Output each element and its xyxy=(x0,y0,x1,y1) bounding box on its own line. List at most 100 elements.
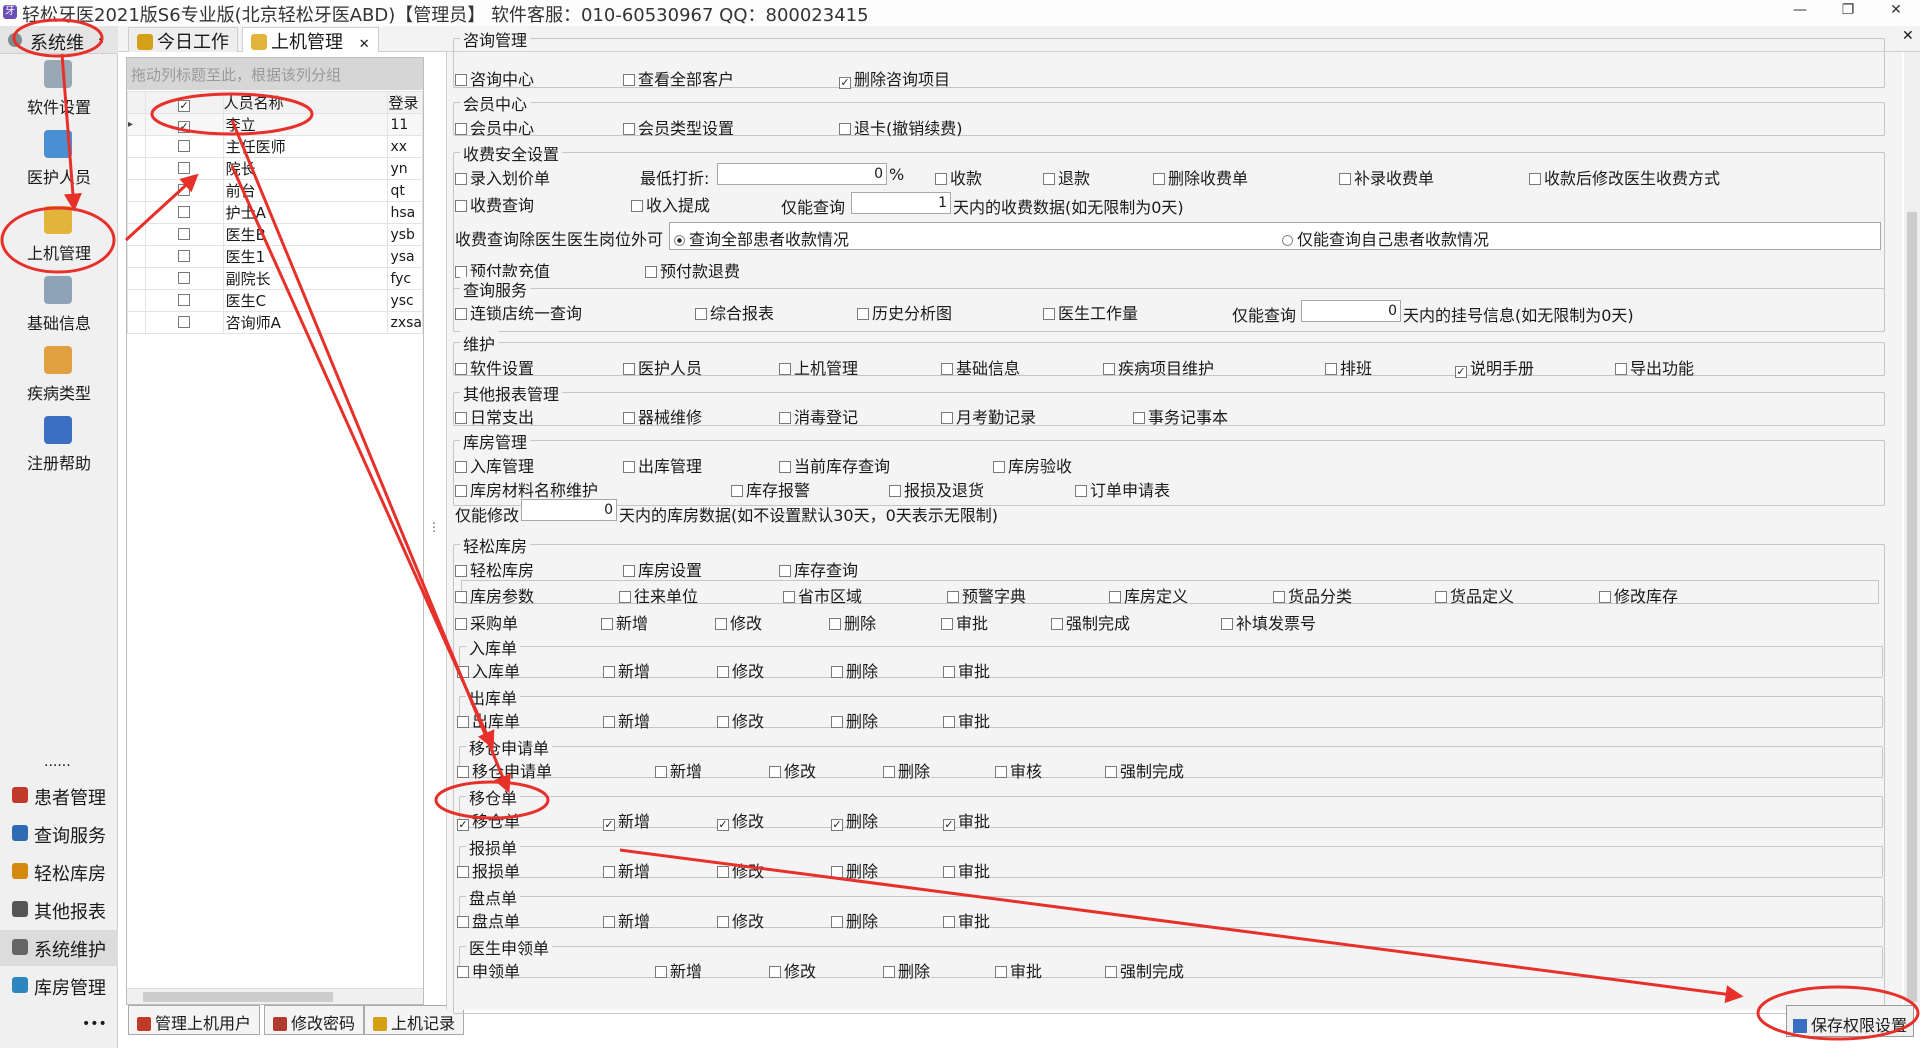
row-select-cell[interactable] xyxy=(144,267,224,290)
row-select-cell[interactable] xyxy=(144,157,224,180)
checkbox-box[interactable] xyxy=(655,766,667,778)
module-query[interactable]: 查询服务 xyxy=(0,816,118,852)
checkbox-box[interactable] xyxy=(883,766,895,778)
row-checkbox[interactable] xyxy=(178,249,191,262)
checkbox-box[interactable] xyxy=(717,666,729,678)
nav-item-register-help[interactable]: 注册帮助 xyxy=(0,416,118,476)
permission-checkbox[interactable]: 日常支出 xyxy=(455,404,534,428)
query-days-input[interactable]: 0 xyxy=(1301,300,1401,322)
row-checkbox[interactable] xyxy=(178,120,191,133)
fee-query-days-input[interactable]: 1 xyxy=(851,192,951,214)
checkbox-box[interactable] xyxy=(457,666,469,678)
manage-users-button[interactable]: 管理上机用户 xyxy=(128,1005,261,1035)
permission-checkbox[interactable]: 新增 xyxy=(655,758,702,782)
user-name-cell[interactable]: 副院长 xyxy=(222,267,389,290)
permission-checkbox[interactable]: 新增 xyxy=(601,610,648,634)
checkbox-box[interactable] xyxy=(455,565,467,577)
permission-checkbox[interactable]: 上机管理 xyxy=(779,355,858,379)
table-row[interactable]: 副院长 fyc xyxy=(127,267,423,290)
row-select-cell[interactable] xyxy=(144,245,224,268)
checkbox-box[interactable] xyxy=(947,591,959,603)
select-all-checkbox[interactable] xyxy=(178,99,191,112)
checkbox-box[interactable] xyxy=(831,666,843,678)
module-easy-store[interactable]: 轻松库房 xyxy=(0,854,118,890)
checkbox-box[interactable] xyxy=(455,412,467,424)
table-row[interactable]: 主任医师 xx xyxy=(127,135,423,158)
checkbox-box[interactable] xyxy=(1615,363,1627,375)
checkbox-box[interactable] xyxy=(455,461,467,473)
permission-checkbox[interactable]: 修改 xyxy=(717,858,764,882)
permission-checkbox[interactable]: 删除 xyxy=(831,658,878,682)
row-select-cell[interactable] xyxy=(144,135,224,158)
minimize-button[interactable]: — xyxy=(1782,2,1818,22)
permission-checkbox[interactable]: 删除收费单 xyxy=(1153,165,1248,189)
checkbox-box[interactable] xyxy=(769,766,781,778)
user-login-cell[interactable]: fyc xyxy=(387,267,423,290)
permission-checkbox[interactable]: 入库单 xyxy=(457,658,520,682)
permission-checkbox[interactable]: 库房设置 xyxy=(623,557,702,581)
checkbox-box[interactable] xyxy=(631,200,643,212)
checkbox-box[interactable] xyxy=(1043,308,1055,320)
checkbox-box[interactable] xyxy=(457,766,469,778)
checkbox-box[interactable] xyxy=(457,916,469,928)
permission-checkbox[interactable]: 库存查询 xyxy=(779,557,858,581)
permission-checkbox[interactable]: 删除 xyxy=(831,908,878,932)
checkbox-box[interactable] xyxy=(1133,412,1145,424)
user-login-cell[interactable]: ysb xyxy=(387,223,423,246)
permission-checkbox[interactable]: 新增 xyxy=(603,908,650,932)
checkbox-box[interactable] xyxy=(1051,618,1063,630)
user-name-cell[interactable]: 医生1 xyxy=(222,245,389,268)
permission-checkbox[interactable]: 删除 xyxy=(883,758,930,782)
user-name-cell[interactable]: 院长 xyxy=(222,157,389,180)
nav-item-login-management[interactable]: 上机管理 xyxy=(0,206,118,266)
checkbox-box[interactable] xyxy=(603,716,615,728)
checkbox-box[interactable] xyxy=(603,666,615,678)
permission-checkbox[interactable]: 强制完成 xyxy=(1105,958,1184,982)
horizontal-scrollbar[interactable] xyxy=(127,988,423,1004)
checkbox-box[interactable] xyxy=(857,308,869,320)
checkbox-box[interactable] xyxy=(889,485,901,497)
scroll-thumb[interactable] xyxy=(1907,212,1917,1002)
tab-login-management[interactable]: 上机管理 ✕ xyxy=(242,27,379,53)
checkbox-box[interactable] xyxy=(717,916,729,928)
row-checkbox[interactable] xyxy=(178,315,191,328)
module-reports[interactable]: 其他报表 xyxy=(0,892,118,928)
checkbox-box[interactable] xyxy=(455,308,467,320)
checkbox-box[interactable] xyxy=(601,618,613,630)
checkbox-box[interactable] xyxy=(623,461,635,473)
store-days-input[interactable]: 0 xyxy=(521,499,617,521)
user-name-cell[interactable]: 李立 xyxy=(222,113,389,136)
nav-header[interactable]: 系统维 ‹ xyxy=(0,26,118,54)
row-select-cell[interactable] xyxy=(144,223,224,246)
more-icon[interactable]: ••• xyxy=(82,1016,107,1032)
fee-scope-radio-group[interactable]: 查询全部患者收款情况 仅能查询自己患者收款情况 xyxy=(669,222,1881,250)
permission-checkbox[interactable]: 收款 xyxy=(935,165,982,189)
checkbox-box[interactable] xyxy=(457,819,469,831)
permission-checkbox[interactable]: 连锁店统一查询 xyxy=(455,300,582,324)
checkbox-box[interactable] xyxy=(455,591,467,603)
checkbox-box[interactable] xyxy=(839,123,851,135)
permission-checkbox[interactable]: 修改库存 xyxy=(1599,583,1678,607)
row-select-cell[interactable] xyxy=(144,289,224,312)
checkbox-box[interactable] xyxy=(1153,173,1165,185)
permission-checkbox[interactable]: 疾病项目维护 xyxy=(1103,355,1214,379)
checkbox-box[interactable] xyxy=(1435,591,1447,603)
permission-checkbox[interactable]: 修改 xyxy=(769,958,816,982)
nav-splitter-dots[interactable]: ...... xyxy=(44,754,71,770)
permission-checkbox[interactable]: 修改 xyxy=(717,658,764,682)
row-checkbox[interactable] xyxy=(178,183,191,196)
permission-checkbox[interactable]: 收费查询 xyxy=(455,192,534,216)
checkbox-box[interactable] xyxy=(941,618,953,630)
table-row[interactable]: 咨询师A zxsa xyxy=(127,311,423,334)
checkbox-box[interactable] xyxy=(455,618,467,630)
permission-checkbox[interactable]: 审批 xyxy=(941,610,988,634)
permission-checkbox[interactable]: 查看全部客户 xyxy=(623,66,734,90)
save-permissions-button[interactable]: 保存权限设置 xyxy=(1786,1005,1914,1037)
checkbox-box[interactable] xyxy=(883,966,895,978)
nav-item-staff[interactable]: 医护人员 xyxy=(0,130,118,190)
checkbox-box[interactable] xyxy=(623,123,635,135)
checkbox-box[interactable] xyxy=(455,200,467,212)
checkbox-box[interactable] xyxy=(943,916,955,928)
permission-checkbox[interactable]: 报损及退货 xyxy=(889,477,984,501)
permission-checkbox[interactable]: 审批 xyxy=(943,908,990,932)
